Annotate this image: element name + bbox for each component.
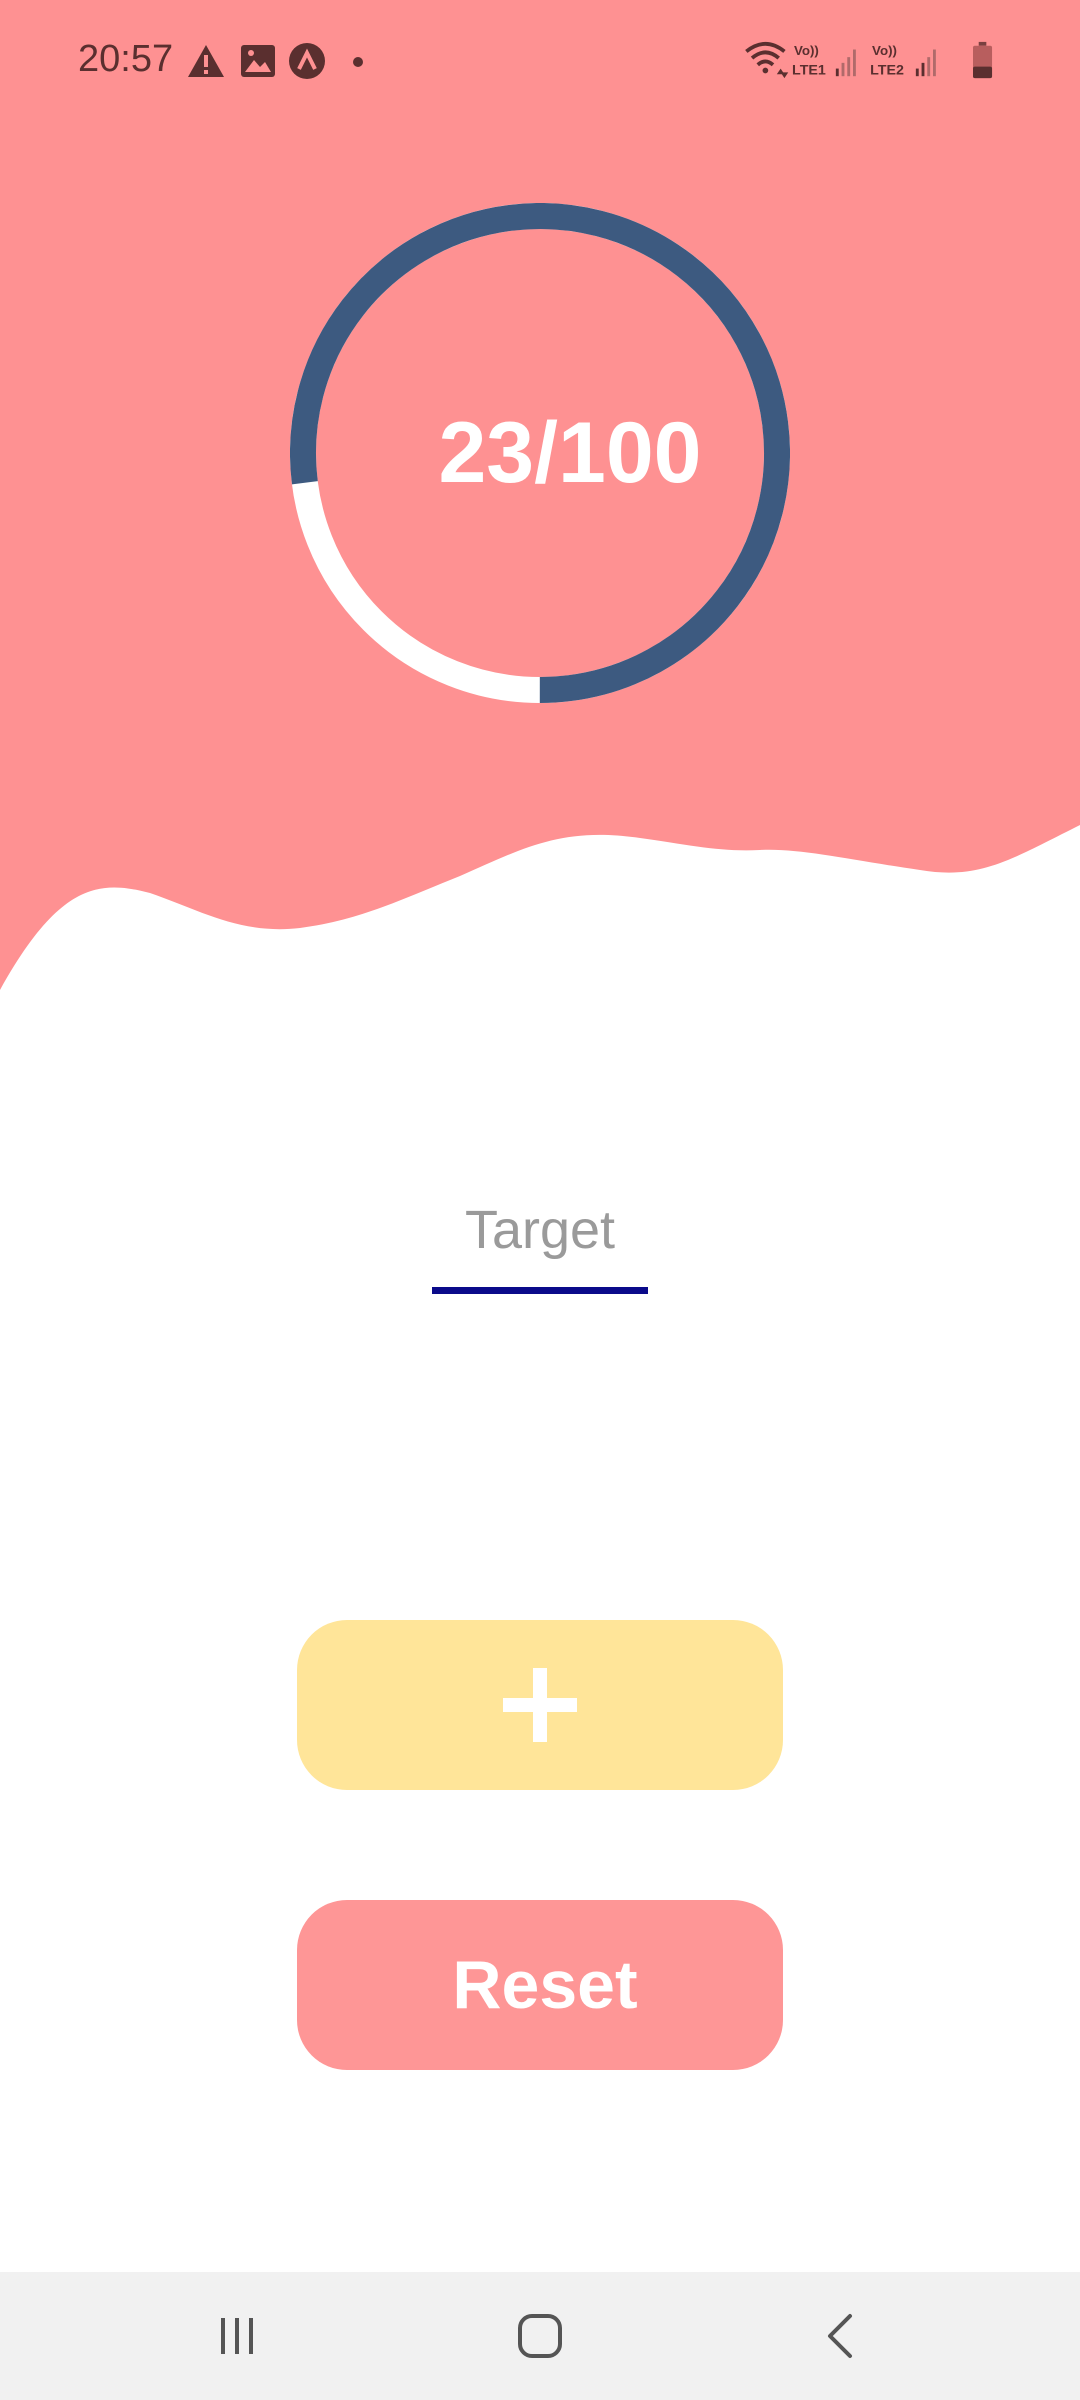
warning-icon [188, 45, 224, 77]
signal-lte1-icon: Vo)) LTE1 [792, 43, 856, 78]
reset-button-label: Reset [452, 1947, 638, 2023]
progress-count-text: 23/100 [438, 405, 702, 501]
signal-lte2-icon: Vo)) LTE2 [870, 43, 936, 78]
target-input-underline [432, 1287, 648, 1294]
target-field [432, 1170, 648, 1300]
sim1-label: LTE1 [792, 62, 826, 78]
sim2-label: LTE2 [870, 62, 904, 78]
status-time: 20:57 [78, 38, 174, 80]
volte1-label: Vo)) [794, 43, 819, 58]
app-a-icon [289, 43, 325, 79]
recents-icon [221, 2318, 253, 2354]
home-button[interactable] [450, 2272, 630, 2400]
wifi-icon [745, 41, 789, 79]
status-bar: 20:57 Vo)) LTE1 Vo)) LTE2 [0, 0, 1080, 120]
recents-button[interactable] [147, 2272, 327, 2400]
home-icon [518, 2314, 562, 2358]
status-right-icons: Vo)) LTE1 Vo)) LTE2 [745, 41, 993, 79]
progress-indicator: 23/100 [290, 203, 790, 703]
app-screen: 20:57 Vo)) LTE1 Vo)) LTE2 23/100 Target … [0, 0, 1080, 2400]
back-button[interactable] [750, 2272, 930, 2400]
target-input[interactable] [432, 1170, 648, 1290]
volte2-label: Vo)) [872, 43, 897, 58]
add-button[interactable] [297, 1620, 783, 1790]
navigation-bar [0, 2272, 1080, 2400]
battery-icon [973, 41, 993, 79]
back-icon [828, 2314, 852, 2358]
reset-button[interactable]: Reset [297, 1900, 783, 2070]
dot-icon [353, 57, 363, 67]
plus-icon [503, 1668, 577, 1742]
gallery-icon [241, 45, 275, 77]
